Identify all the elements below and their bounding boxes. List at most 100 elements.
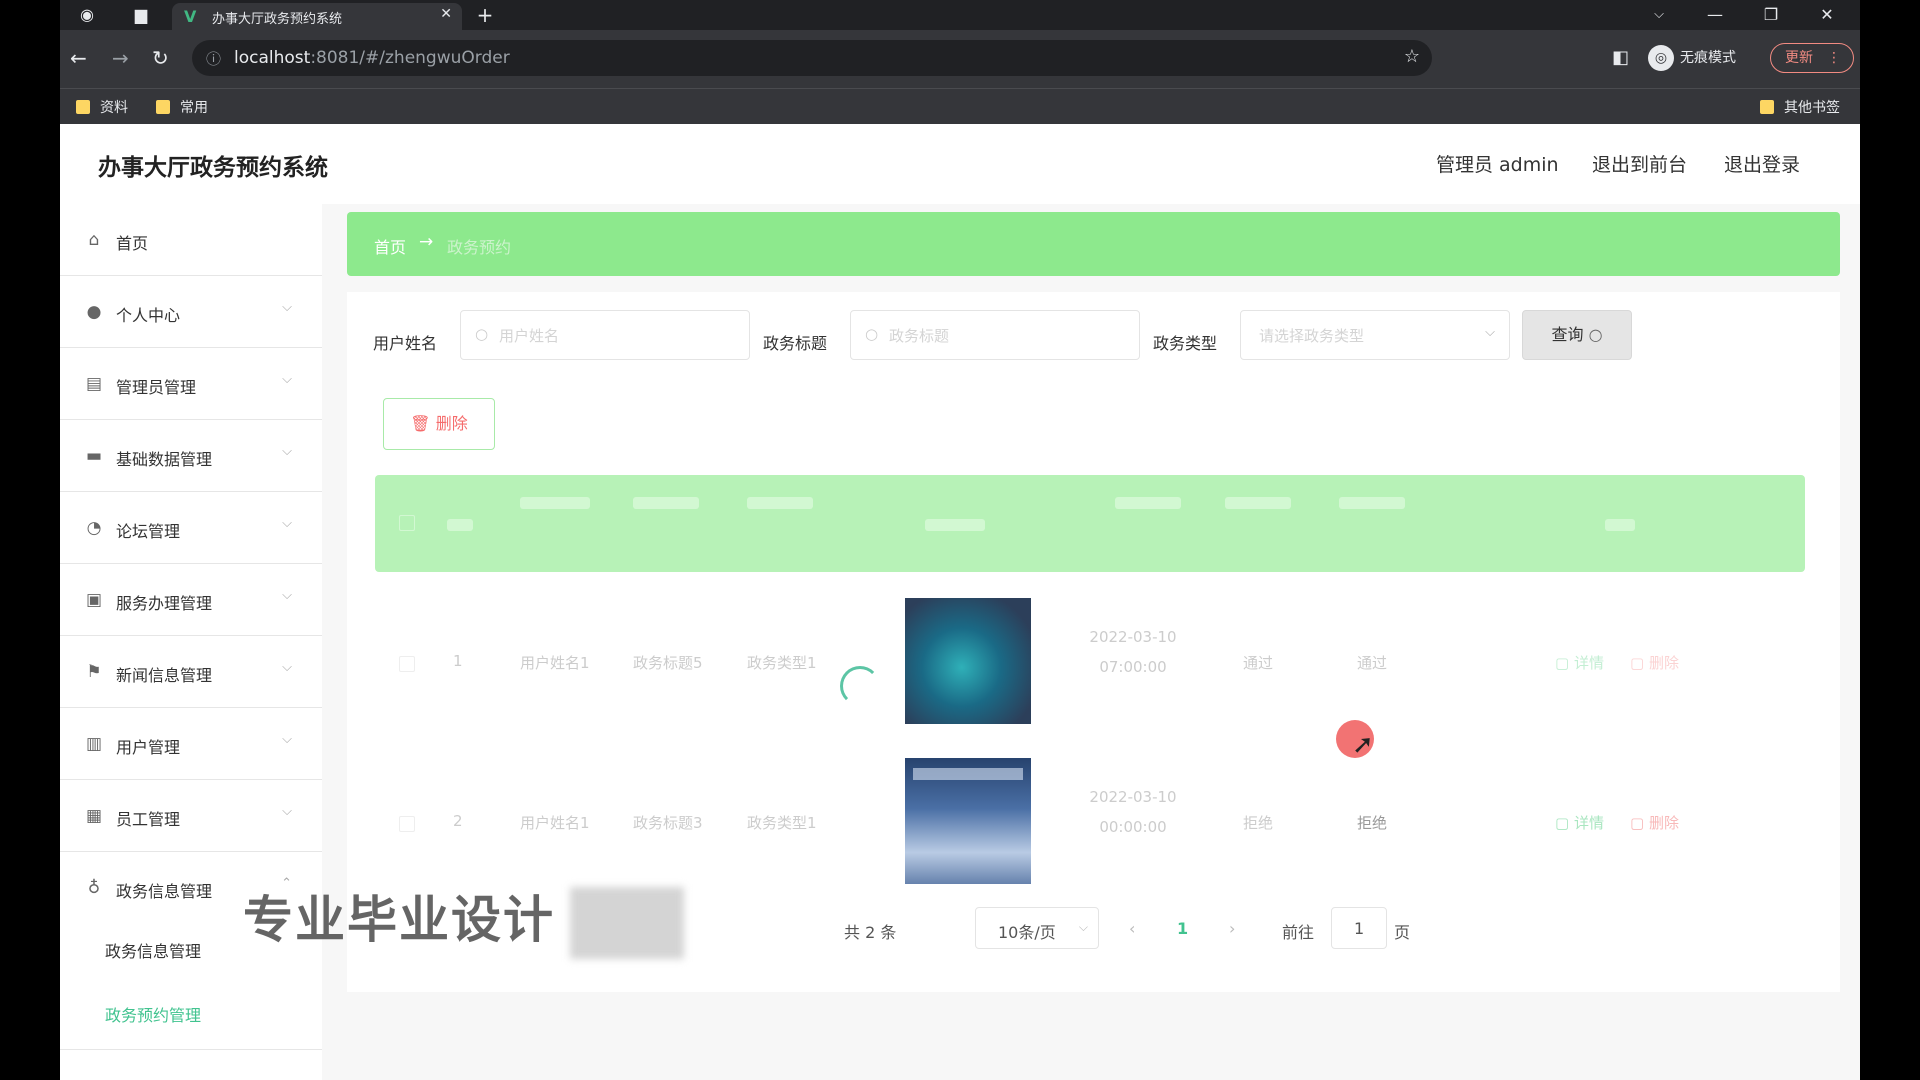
- clipboard-icon: ▤: [85, 374, 103, 394]
- bookmark-star-icon[interactable]: ☆: [1404, 46, 1420, 67]
- trash-icon: ▢: [1630, 654, 1645, 672]
- row-checkbox[interactable]: [399, 656, 415, 672]
- admin-user-link[interactable]: 管理员 admin: [1436, 150, 1559, 177]
- detail-button[interactable]: ▢ 详情: [1555, 652, 1604, 673]
- breadcrumb-current: 政务预约: [447, 238, 512, 257]
- table-row[interactable]: 1 用户姓名1 政务标题5 政务类型1 2022-03-10 07:00:00 …: [375, 584, 1805, 744]
- chrome-menu-icon[interactable]: ◉: [72, 0, 102, 30]
- close-window-icon[interactable]: ✕: [1812, 0, 1842, 30]
- next-page-icon[interactable]: ›: [1229, 919, 1235, 938]
- forward-icon[interactable]: →: [112, 44, 129, 72]
- row-title: 政务标题5: [633, 654, 703, 672]
- sidebar-item-staff[interactable]: ▦ 员工管理 ⌵: [60, 780, 322, 852]
- browser-tab[interactable]: V 办事大厅政务预约系统 ✕: [172, 3, 462, 30]
- monitor-icon: ▬: [85, 446, 103, 466]
- title-input[interactable]: ○ 政务标题: [850, 310, 1140, 360]
- home-icon: ⌂: [88, 230, 100, 250]
- tab-search-icon[interactable]: ▆: [126, 0, 156, 30]
- sidebar-item-news[interactable]: ⚑ 新闻信息管理 ⌵: [60, 636, 322, 708]
- breadcrumb-home[interactable]: 首页: [374, 234, 406, 258]
- row-type: 政务类型1: [747, 814, 817, 832]
- chevron-down-icon: ⌵: [282, 660, 292, 675]
- search-icon: ○: [475, 325, 489, 343]
- new-tab-icon[interactable]: +: [470, 0, 500, 30]
- sidebar-item-admins[interactable]: ▤ 管理员管理 ⌵: [60, 348, 322, 420]
- header-cell: [925, 519, 985, 531]
- row-time: 2022-03-10 07:00:00: [1089, 628, 1177, 676]
- bookmark-folder-1[interactable]: 资料: [76, 97, 128, 117]
- row-checkbox[interactable]: [399, 816, 415, 832]
- tab-list-chevron-icon[interactable]: ⌵: [1644, 0, 1674, 30]
- goto-page-input[interactable]: 1: [1331, 907, 1387, 949]
- flag-icon: ⚑: [86, 662, 102, 682]
- minimize-icon[interactable]: —: [1700, 0, 1730, 30]
- exit-to-front-link[interactable]: 退出到前台: [1592, 150, 1687, 177]
- document-icon: ▢: [1555, 814, 1570, 832]
- select-all-checkbox[interactable]: [399, 515, 415, 531]
- sidebar-item-users[interactable]: ▥ 用户管理 ⌵: [60, 708, 322, 780]
- bell-icon: ◔: [86, 518, 102, 538]
- header-cell: [747, 497, 813, 509]
- grid-icon: ▦: [85, 806, 103, 826]
- search-icon: ○: [1588, 325, 1603, 344]
- loading-spinner: [840, 666, 880, 706]
- chevron-down-icon: ⌵: [282, 300, 292, 315]
- sidebar-subitem-govinfo[interactable]: 政务信息管理: [105, 938, 201, 962]
- browser-toolbar: ← → ↻ ⓘ localhost:8081/#/zhengwuOrder ☆ …: [60, 30, 1860, 88]
- search-icon: ○: [865, 325, 879, 343]
- page-number-current[interactable]: 1: [1177, 919, 1188, 938]
- table-row[interactable]: 2 用户姓名1 政务标题3 政务类型1 2022-03-10 00:00:00 …: [375, 744, 1805, 904]
- url-text[interactable]: localhost:8081/#/zhengwuOrder: [234, 48, 510, 68]
- row-username: 用户姓名1: [520, 814, 590, 832]
- restore-icon[interactable]: ❐: [1756, 0, 1786, 30]
- tab-title: 办事大厅政务预约系统: [212, 12, 343, 27]
- page-suffix: 页: [1394, 923, 1411, 942]
- user-icon: ●: [86, 302, 102, 322]
- incognito-indicator[interactable]: ◎ 无痕模式: [1648, 44, 1736, 72]
- back-icon[interactable]: ←: [70, 44, 87, 72]
- side-panel-icon[interactable]: ◧: [1612, 44, 1629, 72]
- sidebar-item-service[interactable]: ▣ 服务办理管理 ⌵: [60, 564, 322, 636]
- row-index: 1: [453, 652, 463, 670]
- trash-icon: 🗑: [410, 414, 431, 433]
- header-cell: [1225, 497, 1291, 509]
- table-header: [375, 475, 1805, 572]
- mouse-pointer-icon: ➚: [1352, 730, 1374, 760]
- row-delete-button[interactable]: ▢ 删除: [1630, 812, 1679, 833]
- address-bar[interactable]: ⓘ localhost:8081/#/zhengwuOrder ☆: [192, 40, 1432, 76]
- header-cell: [520, 497, 590, 509]
- header-cell: [447, 519, 473, 531]
- page-size-select[interactable]: 10条/页 ⌵: [975, 907, 1099, 949]
- other-bookmarks[interactable]: 其他书签: [1760, 97, 1840, 117]
- bookmark-folder-2[interactable]: 常用: [156, 97, 208, 117]
- sidebar-item-home[interactable]: ⌂ 首页: [60, 204, 322, 276]
- sidebar-subitem-appointments[interactable]: 政务预约管理: [105, 1002, 201, 1026]
- delete-button[interactable]: 🗑 删除: [383, 398, 495, 450]
- sidebar-item-personal[interactable]: ● 个人中心 ⌵: [60, 276, 322, 348]
- site-info-icon[interactable]: ⓘ: [206, 48, 221, 69]
- detail-button[interactable]: ▢ 详情: [1555, 812, 1604, 833]
- microphone-icon: ♁: [87, 878, 101, 898]
- username-input[interactable]: ○ 用户姓名: [460, 310, 750, 360]
- type-select[interactable]: 请选择政务类型 ⌵: [1240, 310, 1510, 360]
- row-type: 政务类型1: [747, 654, 817, 672]
- type-label: 政务类型: [1153, 334, 1218, 353]
- chevron-down-icon: ⌵: [282, 516, 292, 531]
- logout-link[interactable]: 退出登录: [1724, 150, 1800, 177]
- header-cell: [633, 497, 699, 509]
- reload-icon[interactable]: ↻: [152, 44, 169, 72]
- sidebar-item-basedata[interactable]: ▬ 基础数据管理 ⌵: [60, 420, 322, 492]
- prev-page-icon[interactable]: ‹: [1129, 919, 1135, 938]
- row-status: 通过: [1243, 654, 1274, 672]
- close-tab-icon[interactable]: ✕: [440, 6, 452, 22]
- incognito-icon: ◎: [1648, 45, 1674, 71]
- chevron-down-icon: ⌵: [282, 588, 292, 603]
- chevron-down-icon: ⌵: [282, 732, 292, 747]
- update-button[interactable]: 更新 ⋮: [1770, 43, 1854, 73]
- row-delete-button[interactable]: ▢ 删除: [1630, 652, 1679, 673]
- sidebar-item-forum[interactable]: ◔ 论坛管理 ⌵: [60, 492, 322, 564]
- header-cell: [1605, 519, 1635, 531]
- chevron-down-icon: ⌵: [1078, 920, 1088, 934]
- row-username: 用户姓名1: [520, 654, 590, 672]
- query-button[interactable]: 查询 ○: [1522, 310, 1632, 360]
